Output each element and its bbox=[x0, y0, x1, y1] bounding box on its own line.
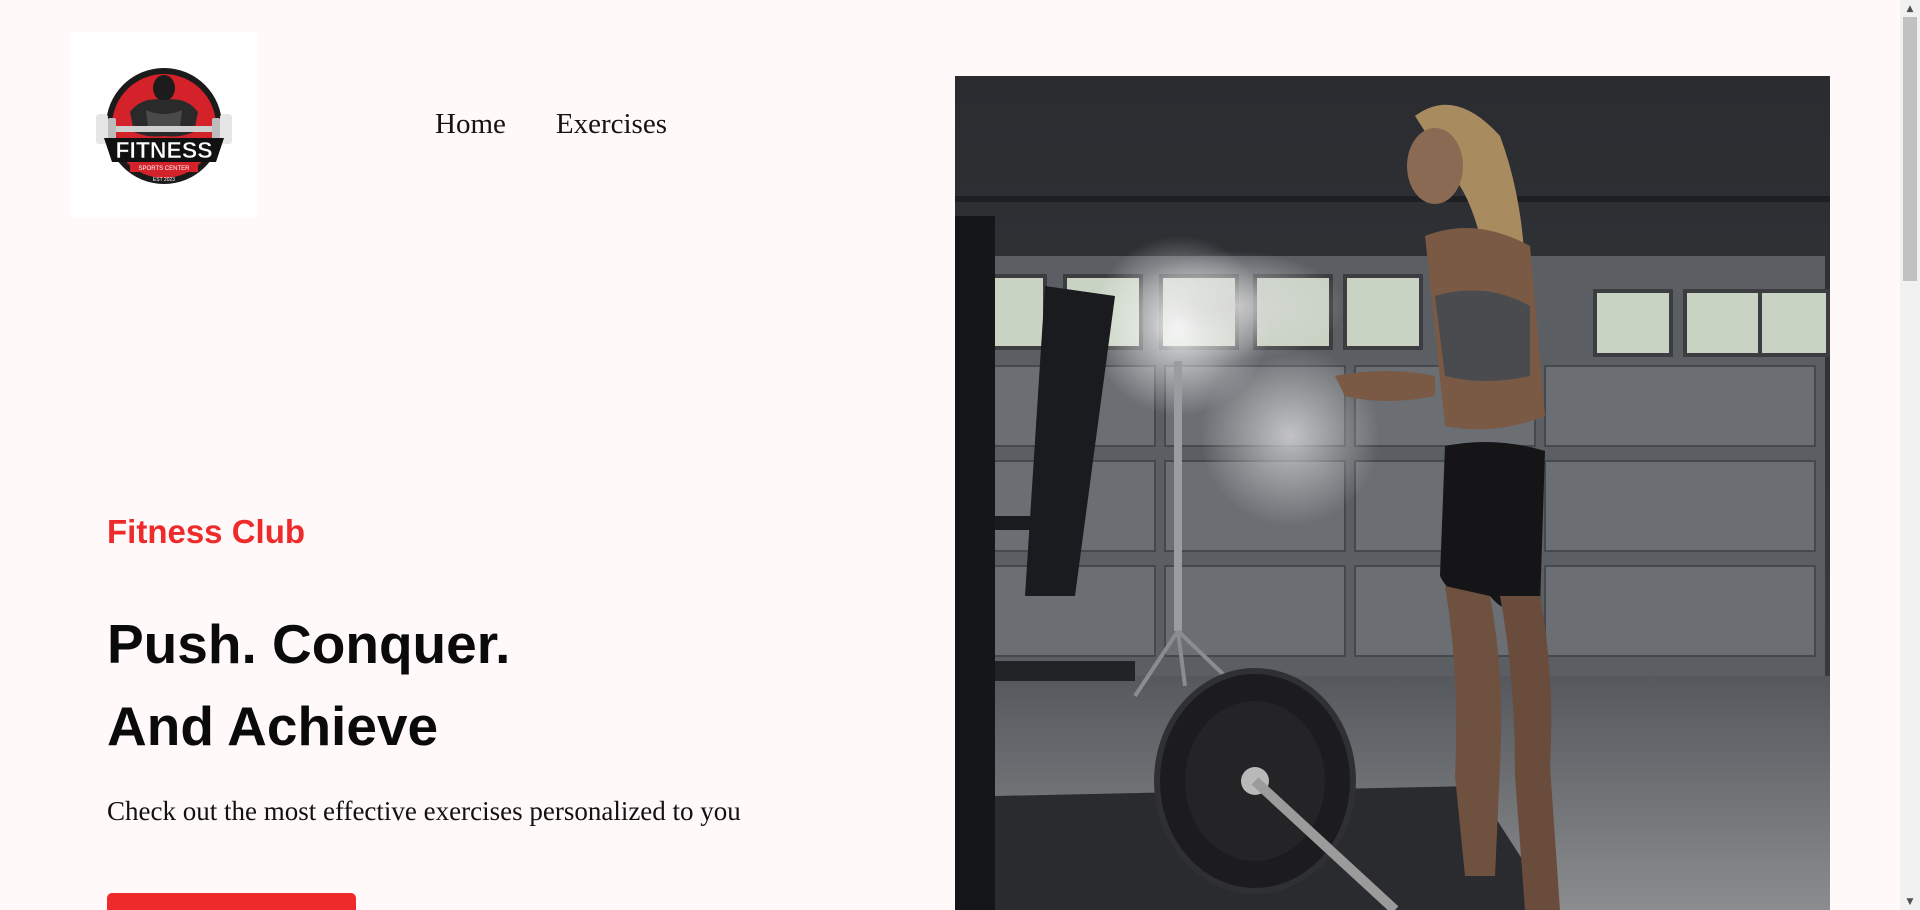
hero-headline-line1: Push. Conquer. bbox=[107, 613, 511, 675]
page-scrollbar[interactable]: ▲ ▼ bbox=[1900, 0, 1920, 910]
hero-eyebrow: Fitness Club bbox=[107, 513, 306, 550]
svg-text:FITNESS: FITNESS bbox=[115, 137, 212, 163]
chevron-down-icon[interactable]: ▼ bbox=[1900, 893, 1920, 910]
main-nav: Home Exercises bbox=[435, 108, 667, 141]
scrollbar-thumb[interactable] bbox=[1903, 17, 1917, 281]
hero-image bbox=[955, 76, 1830, 910]
nav-home-link[interactable]: Home bbox=[435, 108, 506, 141]
hero-cta-button[interactable] bbox=[107, 893, 356, 910]
svg-text:EST 2023: EST 2023 bbox=[153, 177, 175, 183]
nav-exercises-link[interactable]: Exercises bbox=[556, 108, 667, 141]
hero-headline-line2: And Achieve bbox=[107, 695, 439, 757]
svg-text:SPORTS CENTER: SPORTS CENTER bbox=[139, 166, 191, 172]
hero-headline: Push. Conquer. And Achieve bbox=[107, 603, 510, 767]
site-logo[interactable]: FITNESS SPORTS CENTER EST 2023 bbox=[71, 32, 257, 217]
gym-photo bbox=[955, 76, 1830, 910]
fitness-logo-icon: FITNESS SPORTS CENTER EST 2023 bbox=[96, 67, 232, 184]
hero-subtext: Check out the most effective exercises p… bbox=[107, 796, 741, 826]
chevron-up-icon[interactable]: ▲ bbox=[1900, 0, 1920, 17]
